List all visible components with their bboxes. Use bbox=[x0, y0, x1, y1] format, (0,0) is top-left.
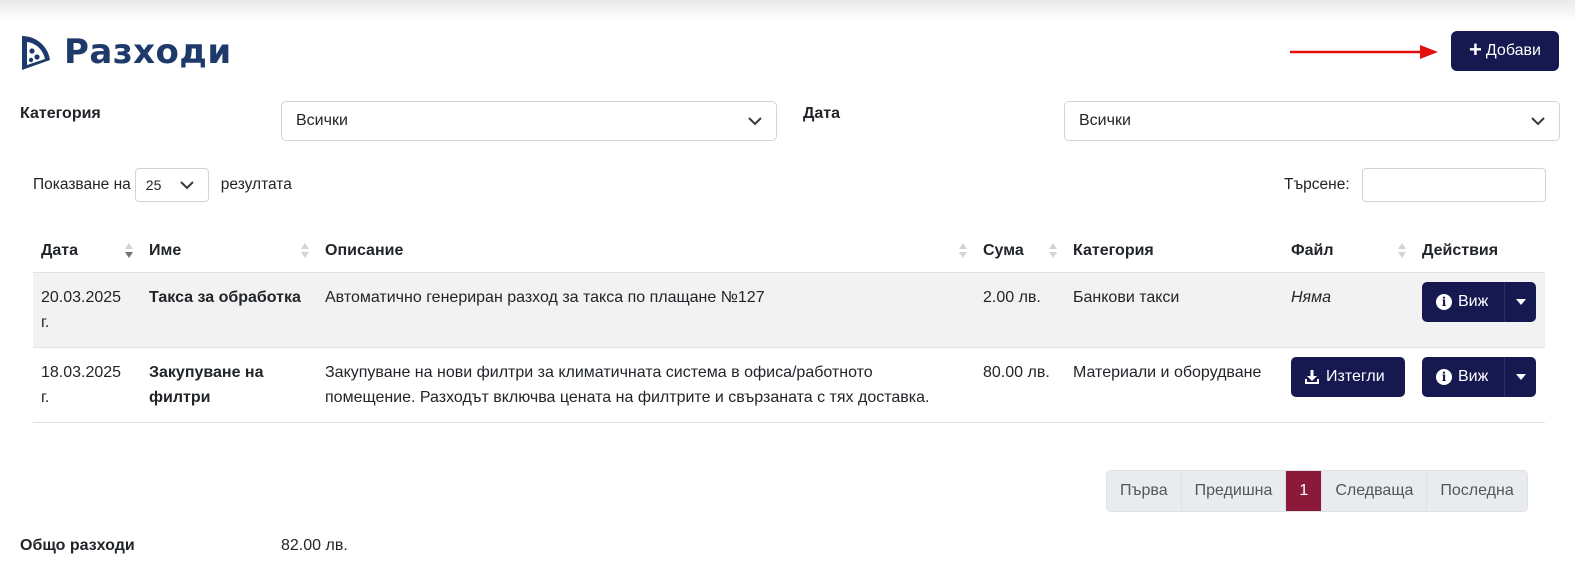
pagination-last[interactable]: Последна bbox=[1427, 471, 1527, 511]
view-button-group: i Виж bbox=[1422, 357, 1536, 397]
view-button[interactable]: i Виж bbox=[1422, 357, 1504, 397]
download-button[interactable]: Изтегли bbox=[1291, 357, 1405, 397]
sort-icon bbox=[125, 243, 133, 259]
info-icon: i bbox=[1436, 294, 1452, 310]
cell-amount: 2.00 лв. bbox=[975, 272, 1065, 348]
cell-category: Материали и оборудване bbox=[1065, 347, 1283, 423]
chevron-down-icon bbox=[180, 180, 194, 189]
view-button-label: Виж bbox=[1458, 368, 1489, 385]
page-length-suffix: резултата bbox=[220, 176, 292, 193]
column-header-label: Сума bbox=[983, 242, 1024, 259]
category-filter-select[interactable]: Всички bbox=[281, 101, 777, 141]
cell-name: Такса за обработка bbox=[141, 272, 317, 348]
plus-icon: + bbox=[1469, 37, 1482, 62]
cell-date: 18.03.2025 г. bbox=[33, 347, 141, 423]
cell-amount: 80.00 лв. bbox=[975, 347, 1065, 423]
page-length-prefix: Показване на bbox=[33, 176, 131, 193]
page-length-control: Показване на 25 резултата bbox=[33, 168, 292, 202]
date-filter-value: Всички bbox=[1079, 112, 1131, 129]
info-icon: i bbox=[1436, 369, 1452, 385]
search-label: Търсене: bbox=[1284, 176, 1350, 193]
page-length-value: 25 bbox=[145, 177, 162, 193]
category-filter-value: Всички bbox=[296, 112, 348, 129]
cell-actions: i Виж bbox=[1414, 272, 1545, 348]
cell-description: Закупуване на нови филтри за климатичнат… bbox=[317, 347, 975, 423]
add-button-label: Добави bbox=[1485, 42, 1541, 59]
column-header-label: Категория bbox=[1073, 242, 1154, 259]
view-dropdown-toggle[interactable] bbox=[1504, 357, 1536, 397]
chevron-down-icon bbox=[748, 116, 762, 125]
pizza-slice-icon bbox=[22, 36, 50, 70]
add-expense-button[interactable]: + Добави bbox=[1451, 31, 1559, 71]
column-header-label: Действия bbox=[1422, 242, 1499, 259]
column-header-label: Файл bbox=[1291, 242, 1334, 259]
category-filter-label: Категория bbox=[20, 105, 101, 122]
download-button-label: Изтегли bbox=[1326, 368, 1385, 385]
column-header-actions: Действия bbox=[1414, 230, 1545, 273]
view-button[interactable]: i Виж bbox=[1422, 282, 1504, 322]
chevron-down-icon bbox=[1531, 116, 1545, 125]
table-header-row: Дата Име Описание Сума Категория Файл Де… bbox=[33, 230, 1545, 273]
column-header-file[interactable]: Файл bbox=[1283, 230, 1414, 273]
pagination-page-1[interactable]: 1 bbox=[1286, 471, 1323, 511]
cell-file: Няма bbox=[1283, 272, 1414, 348]
pagination-previous[interactable]: Предишна bbox=[1181, 471, 1287, 511]
page-header: Разходи bbox=[18, 28, 232, 76]
cell-description: Автоматично генериран разход за такса по… bbox=[317, 272, 975, 348]
date-filter-label: Дата bbox=[803, 105, 841, 122]
total-expenses-value: 82.00 лв. bbox=[281, 537, 348, 554]
column-header-description[interactable]: Описание bbox=[317, 230, 975, 273]
page-title: Разходи bbox=[64, 32, 232, 72]
sort-icon bbox=[301, 243, 309, 259]
expenses-table: Дата Име Описание Сума Категория Файл Де… bbox=[33, 230, 1545, 423]
total-expenses-label: Общо разходи bbox=[20, 537, 135, 554]
column-header-category: Категория bbox=[1065, 230, 1283, 273]
sort-icon bbox=[959, 243, 967, 259]
sort-icon bbox=[1049, 243, 1057, 259]
column-header-label: Описание bbox=[325, 242, 404, 259]
column-header-date[interactable]: Дата bbox=[33, 230, 141, 273]
pagination: Първа Предишна 1 Следваща Последна bbox=[1106, 470, 1528, 512]
view-dropdown-toggle[interactable] bbox=[1504, 282, 1536, 322]
view-button-label: Виж bbox=[1458, 293, 1489, 310]
cell-name: Закупуване на филтри bbox=[141, 347, 317, 423]
download-icon bbox=[1305, 370, 1319, 384]
column-header-label: Дата bbox=[41, 242, 79, 259]
column-header-amount[interactable]: Сума bbox=[975, 230, 1065, 273]
cell-category: Банкови такси bbox=[1065, 272, 1283, 348]
caret-down-icon bbox=[1515, 374, 1526, 380]
search-input[interactable] bbox=[1362, 168, 1546, 202]
top-shadow bbox=[0, 0, 1575, 22]
pagination-first[interactable]: Първа bbox=[1107, 471, 1182, 511]
page-length-select[interactable]: 25 bbox=[134, 168, 209, 202]
column-header-name[interactable]: Име bbox=[141, 230, 317, 273]
column-header-label: Име bbox=[149, 242, 182, 259]
pagination-next[interactable]: Следваща bbox=[1322, 471, 1428, 511]
cell-actions: i Виж bbox=[1414, 347, 1545, 423]
table-row: 20.03.2025 г. Такса за обработка Автомат… bbox=[33, 272, 1545, 348]
caret-down-icon bbox=[1515, 299, 1526, 305]
view-button-group: i Виж bbox=[1422, 282, 1536, 322]
arrow-right-icon bbox=[1290, 45, 1438, 59]
cell-date: 20.03.2025 г. bbox=[33, 272, 141, 348]
sort-icon bbox=[1398, 243, 1406, 259]
date-filter-select[interactable]: Всички bbox=[1064, 101, 1560, 141]
table-row: 18.03.2025 г. Закупуване на филтри Закуп… bbox=[33, 347, 1545, 423]
cell-file: Изтегли bbox=[1283, 347, 1414, 423]
